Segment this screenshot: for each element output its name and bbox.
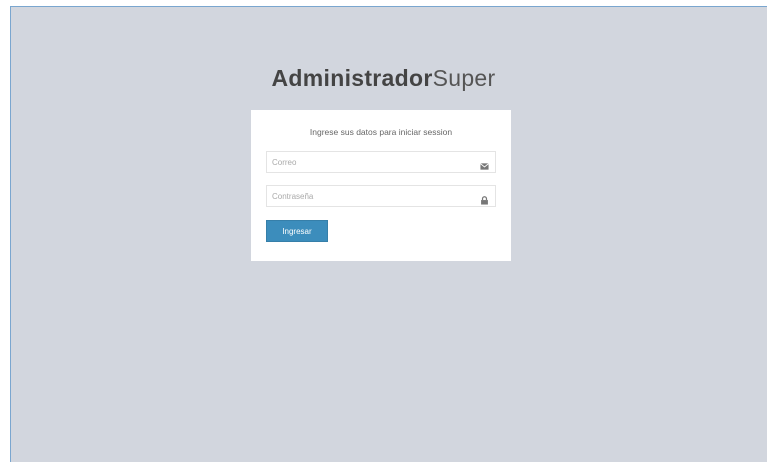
- page-background: AdministradorSuper Ingrese sus datos par…: [10, 6, 767, 462]
- login-submit-button[interactable]: Ingresar: [266, 220, 328, 242]
- envelope-icon: [480, 158, 489, 170]
- login-message: Ingrese sus datos para iniciar session: [309, 127, 453, 137]
- email-input[interactable]: [267, 152, 472, 173]
- password-input[interactable]: [267, 186, 472, 207]
- lock-icon: [480, 192, 489, 205]
- login-box: Ingrese sus datos para iniciar session I…: [251, 110, 511, 261]
- brand-logo-light: Super: [432, 65, 496, 91]
- password-field-group: [266, 185, 496, 207]
- brand-logo-bold: Administrador: [271, 65, 433, 91]
- email-field-group: [266, 151, 496, 173]
- brand-logo[interactable]: AdministradorSuper: [11, 65, 756, 92]
